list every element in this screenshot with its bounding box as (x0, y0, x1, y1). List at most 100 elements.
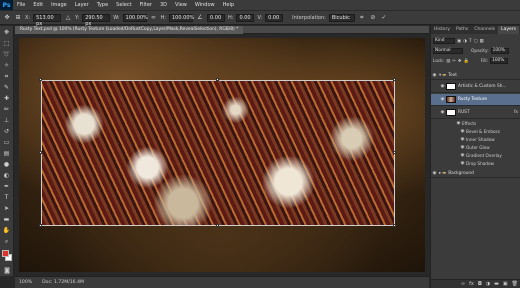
menu-image[interactable]: Image (47, 0, 71, 10)
y-input[interactable]: 290.50 px (82, 13, 111, 27)
v-skew-input[interactable]: 0.00 (265, 13, 284, 22)
effect-outer-glow[interactable]: ◉ Outer Glow (431, 144, 520, 151)
layer-artistic-custom-shape[interactable]: ◉ Artistic & Custom Sh... (431, 81, 520, 93)
visibility-eye-icon[interactable]: ◉ (459, 161, 466, 166)
visibility-eye-icon[interactable]: ◉ (439, 97, 446, 102)
brush-tool-icon[interactable]: ✏ (2, 105, 12, 114)
shape-tool-icon[interactable]: ▬ (2, 215, 12, 224)
delta-icon[interactable]: △ (64, 14, 72, 22)
visibility-eye-icon[interactable]: ◉ (431, 171, 438, 176)
layer-rusty-texture[interactable]: ◉ Rusty Texture (431, 94, 520, 106)
blur-tool-icon[interactable]: ● (2, 160, 12, 169)
path-selection-tool-icon[interactable]: ➤ (2, 204, 12, 213)
visibility-eye-icon[interactable]: ◉ (439, 110, 446, 115)
warp-icon[interactable]: ⌗ (358, 14, 366, 22)
menu-edit[interactable]: Edit (29, 0, 47, 10)
lock-position-icon[interactable]: ✥ (458, 59, 462, 64)
foreground-color-swatch[interactable] (2, 250, 9, 257)
fx-icon[interactable]: fx (514, 110, 518, 115)
blend-mode-select[interactable]: Normal (433, 48, 463, 54)
visibility-eye-icon[interactable]: ◉ (455, 121, 462, 126)
lock-paint-icon[interactable]: ✏ (452, 59, 456, 64)
layer-group-background[interactable]: ◉ ▸ ▬ Background (431, 169, 520, 178)
layer-rust[interactable]: ◉ RUST fx (431, 107, 520, 119)
height-input[interactable]: 100.00% (169, 13, 194, 22)
type-tool-icon[interactable]: T (2, 193, 12, 202)
menu-type[interactable]: Type (93, 0, 112, 10)
layer-group-text[interactable]: ◉ ▾ ▬ Text (431, 71, 520, 80)
width-input[interactable]: 100.00% (122, 13, 148, 22)
chevron-right-icon[interactable]: ▸ (439, 171, 441, 176)
document-tab[interactable]: Rusty Text.psd @ 100% (Rusty Texture (Lo… (15, 26, 244, 34)
effect-drop-shadow[interactable]: ◉ Drop Shadow (431, 160, 520, 167)
gradient-tool-icon[interactable]: ▤ (2, 149, 12, 158)
menu-layer[interactable]: Layer (71, 0, 93, 10)
fill-input[interactable]: 100% (490, 58, 509, 64)
x-input[interactable]: 513.00 px (33, 13, 62, 27)
add-style-icon[interactable]: fx (469, 281, 474, 287)
effect-inner-shadow[interactable]: ◉ Inner Shadow (431, 136, 520, 143)
filter-smart-icon[interactable]: ▦ (480, 39, 484, 44)
transform-handle-bottom-right[interactable] (393, 224, 396, 227)
effect-gradient-overlay[interactable]: ◉ Gradient Overlay (431, 152, 520, 159)
tab-layers[interactable]: Layers (498, 26, 519, 34)
visibility-eye-icon[interactable]: ◉ (459, 145, 466, 150)
visibility-eye-icon[interactable]: ◉ (439, 84, 446, 89)
menu-select[interactable]: Select (112, 0, 135, 10)
eyedropper-tool-icon[interactable]: ✎ (2, 83, 12, 92)
filter-kind-select[interactable]: Kind (433, 38, 455, 44)
adjustment-layer-icon[interactable]: ◑ (486, 281, 490, 287)
trash-icon[interactable]: 🗑 (512, 281, 518, 287)
chevron-down-icon[interactable]: ▾ (439, 73, 441, 78)
clone-stamp-tool-icon[interactable]: ⊥ (2, 116, 12, 125)
transform-handle-top-right[interactable] (393, 78, 396, 81)
menu-file[interactable]: File (13, 0, 29, 10)
history-brush-tool-icon[interactable]: ↺ (2, 127, 12, 136)
effect-bevel-emboss[interactable]: ◉ Bevel & Emboss (431, 128, 520, 135)
move-tool-icon[interactable]: ✥ (2, 28, 12, 37)
quick-mask-icon[interactable]: ◙ (2, 266, 12, 275)
angle-input[interactable]: 0.00 (207, 13, 225, 22)
new-layer-icon[interactable]: ▣ (503, 281, 508, 287)
new-group-icon[interactable]: ▬ (494, 281, 499, 287)
menu-window[interactable]: Window (191, 0, 219, 10)
link-icon[interactable]: ∞ (150, 14, 158, 22)
opacity-input[interactable]: 100% (490, 48, 509, 54)
lasso-tool-icon[interactable]: ➰ (2, 50, 12, 59)
dodge-tool-icon[interactable]: ◐ (2, 171, 12, 180)
canvas-area[interactable] (15, 34, 429, 276)
rust-texture-layer[interactable] (41, 80, 395, 226)
commit-transform-icon[interactable]: ✓ (380, 14, 388, 22)
tab-channels[interactable]: Channels (471, 26, 498, 34)
link-layers-icon[interactable]: ∞ (461, 281, 465, 287)
transform-handle-left[interactable] (39, 151, 42, 154)
transform-handle-right[interactable] (393, 151, 396, 154)
tab-paths[interactable]: Paths (453, 26, 471, 34)
menu-view[interactable]: View (171, 0, 191, 10)
hand-tool-icon[interactable]: ✋ (2, 226, 12, 235)
healing-brush-tool-icon[interactable]: ✚ (2, 94, 12, 103)
transform-handle-bottom-left[interactable] (39, 224, 42, 227)
visibility-eye-icon[interactable]: ◉ (459, 129, 466, 134)
visibility-eye-icon[interactable]: ◉ (459, 137, 466, 142)
add-mask-icon[interactable]: ◘ (478, 281, 482, 287)
interpolation-select[interactable]: Bicubic (328, 13, 355, 22)
filter-image-icon[interactable]: ▣ (457, 39, 461, 44)
visibility-eye-icon[interactable]: ◉ (459, 153, 466, 158)
cancel-transform-icon[interactable]: ⊘ (369, 14, 377, 22)
reference-point-icon[interactable]: ⊞ (14, 14, 22, 22)
lock-all-icon[interactable]: 🔒 (464, 59, 469, 64)
zoom-tool-icon[interactable]: ⌕ (2, 237, 12, 246)
h-skew-input[interactable]: 0.00 (236, 13, 255, 22)
menu-filter[interactable]: Filter (136, 0, 156, 10)
filter-adjustment-icon[interactable]: ◑ (463, 39, 467, 44)
zoom-level[interactable]: 100% (19, 280, 32, 285)
visibility-eye-icon[interactable]: ◉ (431, 73, 438, 78)
crop-tool-icon[interactable]: ⌗ (2, 72, 12, 81)
filter-shape-icon[interactable]: ▢ (473, 39, 477, 44)
marquee-tool-icon[interactable]: ⬚ (2, 39, 12, 48)
magic-wand-tool-icon[interactable]: ✧ (2, 61, 12, 70)
menu-help[interactable]: Help (219, 0, 238, 10)
pen-tool-icon[interactable]: ✒ (2, 182, 12, 191)
filter-type-icon[interactable]: T (469, 39, 472, 44)
